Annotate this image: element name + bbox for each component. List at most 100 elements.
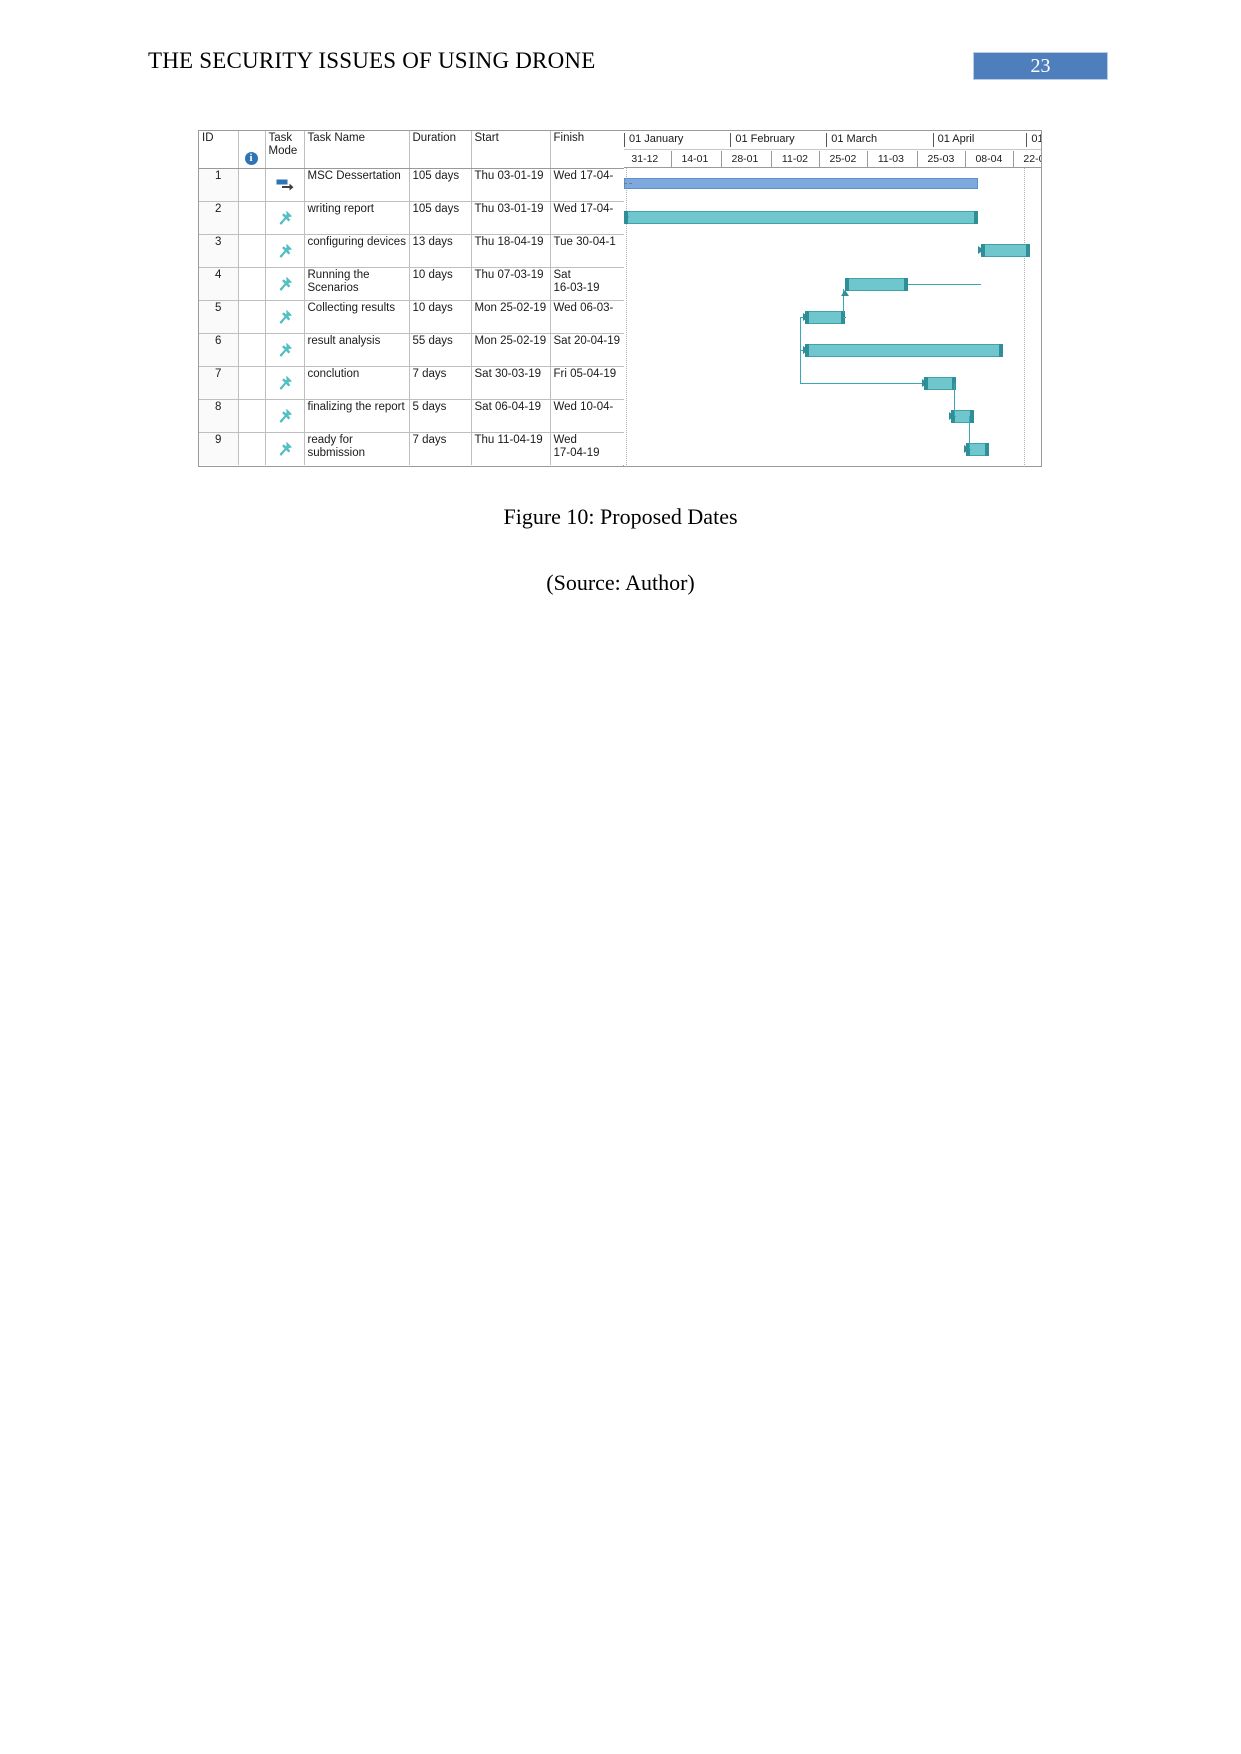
cell-task-name: configuring devices <box>304 234 410 268</box>
dependency-link <box>907 284 981 285</box>
table-row[interactable]: 7 conclution 7 days Sat 30-03-19 Fri 05-04-1… <box>199 366 625 400</box>
dependency-arrowhead <box>963 445 970 453</box>
column-header-start[interactable]: Start <box>471 131 551 169</box>
cell-start: Mon 25-02-19 <box>471 300 551 334</box>
timeline-week-label: 11-02 <box>781 153 808 165</box>
finish-line2: 16-03-19 <box>553 282 600 295</box>
table-row[interactable]: 3 configuring devices 13 days Thu 18-04-19 T… <box>199 234 625 268</box>
cell-id: 9 <box>199 432 239 465</box>
table-row[interactable]: 5 Collecting results 10 days Mon 25-02-19 We… <box>199 300 625 334</box>
cell-id: 3 <box>199 234 239 268</box>
timeline-tick <box>916 151 918 167</box>
pin-icon[interactable] <box>265 432 305 465</box>
figure-caption: Figure 10: Proposed Dates <box>503 504 738 529</box>
cell-indicator <box>238 432 266 465</box>
cell-finish: Sat 20-04-19 <box>550 333 625 367</box>
figure-source: (Source: Author) <box>546 570 695 595</box>
gantt-bar[interactable] <box>980 244 1030 257</box>
timeline-tick <box>964 151 966 167</box>
running-header: THE SECURITY ISSUES OF USING DRONE 23 <box>0 48 1241 88</box>
cell-start: Thu 07-03-19 <box>471 267 551 301</box>
column-header-id[interactable]: ID <box>199 131 239 169</box>
cell-id: 6 <box>199 333 239 367</box>
dependency-arrowhead <box>978 246 985 254</box>
gantt-bar[interactable] <box>845 278 908 291</box>
cell-id: 8 <box>199 399 239 433</box>
gantt-bar[interactable] <box>624 178 978 189</box>
gantt-task-grid-pane[interactable]: ID i Task Mode Task Name Duration Start … <box>199 131 625 466</box>
table-row[interactable]: 8 finalizing the report 5 days Sat 06-04-19… <box>199 399 625 433</box>
cell-id: 2 <box>199 201 239 235</box>
finish-line2: 17-04-19 <box>553 447 600 460</box>
cell-finish: Wed 17-04- <box>550 201 625 235</box>
cell-finish: Wed 17-04-19 <box>550 432 625 465</box>
table-row[interactable]: 2 writing report 105 days Thu 03-01-19 Wed 1… <box>199 201 625 235</box>
cell-indicator <box>238 399 266 433</box>
pin-icon[interactable] <box>265 267 305 301</box>
cell-start: Thu 11-04-19 <box>471 432 551 465</box>
pin-icon[interactable] <box>265 366 305 400</box>
cell-finish: Wed 10-04- <box>550 399 625 433</box>
cell-id: 1 <box>199 168 239 202</box>
bar-cap-right <box>1025 244 1030 257</box>
cell-finish: Wed 06-03- <box>550 300 625 334</box>
dependency-arrowhead <box>624 213 630 221</box>
summary-leader-line <box>624 183 633 184</box>
gantt-bar[interactable] <box>624 211 978 224</box>
gantt-bar[interactable] <box>805 344 1004 357</box>
manual-schedule-icon[interactable] <box>265 168 305 202</box>
timeline-week-label: 25-02 <box>829 153 857 165</box>
column-header-task-name[interactable]: Task Name <box>304 131 410 169</box>
table-row[interactable]: 9 ready for submission 7 days Thu 11-04-19 We… <box>199 432 625 465</box>
timeline-week-label: 08-04 <box>975 153 1003 165</box>
cell-finish: Sat 16-03-19 <box>550 267 625 301</box>
cell-start: Sat 30-03-19 <box>471 366 551 400</box>
page-title: THE SECURITY ISSUES OF USING DRONE <box>148 48 596 73</box>
cell-task-name: Collecting results <box>304 300 410 334</box>
column-header-finish[interactable]: Finish <box>550 131 625 169</box>
table-row[interactable]: 1 MSC Dessertation 105 days Thu 03-01-19 Wed… <box>199 168 625 202</box>
cell-duration: 105 days <box>409 201 472 235</box>
gantt-bar[interactable] <box>805 311 845 324</box>
gantt-container: ID i Task Mode Task Name Duration Start … <box>199 131 1041 466</box>
gantt-bars-plot[interactable] <box>624 168 1041 466</box>
task-mode-label-line2: Mode <box>268 145 298 158</box>
pin-icon[interactable] <box>265 333 305 367</box>
timeline-week-row: 31-12 14-01 28-01 11-02 25-02 11-03 25-03 08-04… <box>624 149 1041 167</box>
bar-cap-right <box>984 443 989 456</box>
pin-icon[interactable] <box>265 201 305 235</box>
pin-icon[interactable] <box>265 300 305 334</box>
gantt-bar[interactable] <box>924 377 956 390</box>
timeline-month-label: 01 February <box>730 133 795 147</box>
timeline-month-label: 01 March <box>826 133 877 147</box>
cell-duration: 10 days <box>409 300 472 334</box>
cell-task-name: Running the Scenarios <box>304 267 410 301</box>
timeline-tick <box>818 151 820 167</box>
table-row[interactable]: 6 result analysis 55 days Mon 25-02-19 Sat 2… <box>199 333 625 367</box>
pin-icon[interactable] <box>265 234 305 268</box>
timeline-tick <box>720 151 722 167</box>
cell-duration: 13 days <box>409 234 472 268</box>
pin-icon[interactable] <box>265 399 305 433</box>
page-number-badge: 23 <box>973 52 1108 80</box>
cell-duration: 7 days <box>409 432 472 465</box>
cell-task-name: result analysis <box>304 333 410 367</box>
timeline-week-label: 31-12 <box>631 153 659 165</box>
cell-indicator <box>238 366 266 400</box>
cell-indicator <box>238 300 266 334</box>
table-row[interactable]: 4 Running the Scenarios 10 days Thu 07-03-19… <box>199 267 625 301</box>
column-header-duration[interactable]: Duration <box>409 131 472 169</box>
gantt-timeline-pane[interactable]: 01 January 01 February 01 March 01 April01 … <box>624 131 1041 466</box>
cell-indicator <box>238 201 266 235</box>
column-header-indicator[interactable]: i <box>238 131 266 169</box>
timeline-tick <box>866 151 868 167</box>
gantt-chart-figure: ID i Task Mode Task Name Duration Start … <box>198 130 1042 467</box>
column-header-task-mode[interactable]: Task Mode <box>265 131 305 169</box>
task-name-line2: submission <box>307 447 366 460</box>
cell-id: 4 <box>199 267 239 301</box>
cell-finish: Fri 05-04-19 <box>550 366 625 400</box>
cell-indicator <box>238 267 266 301</box>
timeline-gridline <box>1024 168 1026 466</box>
cell-duration: 5 days <box>409 399 472 433</box>
dependency-arrowhead <box>802 313 809 321</box>
